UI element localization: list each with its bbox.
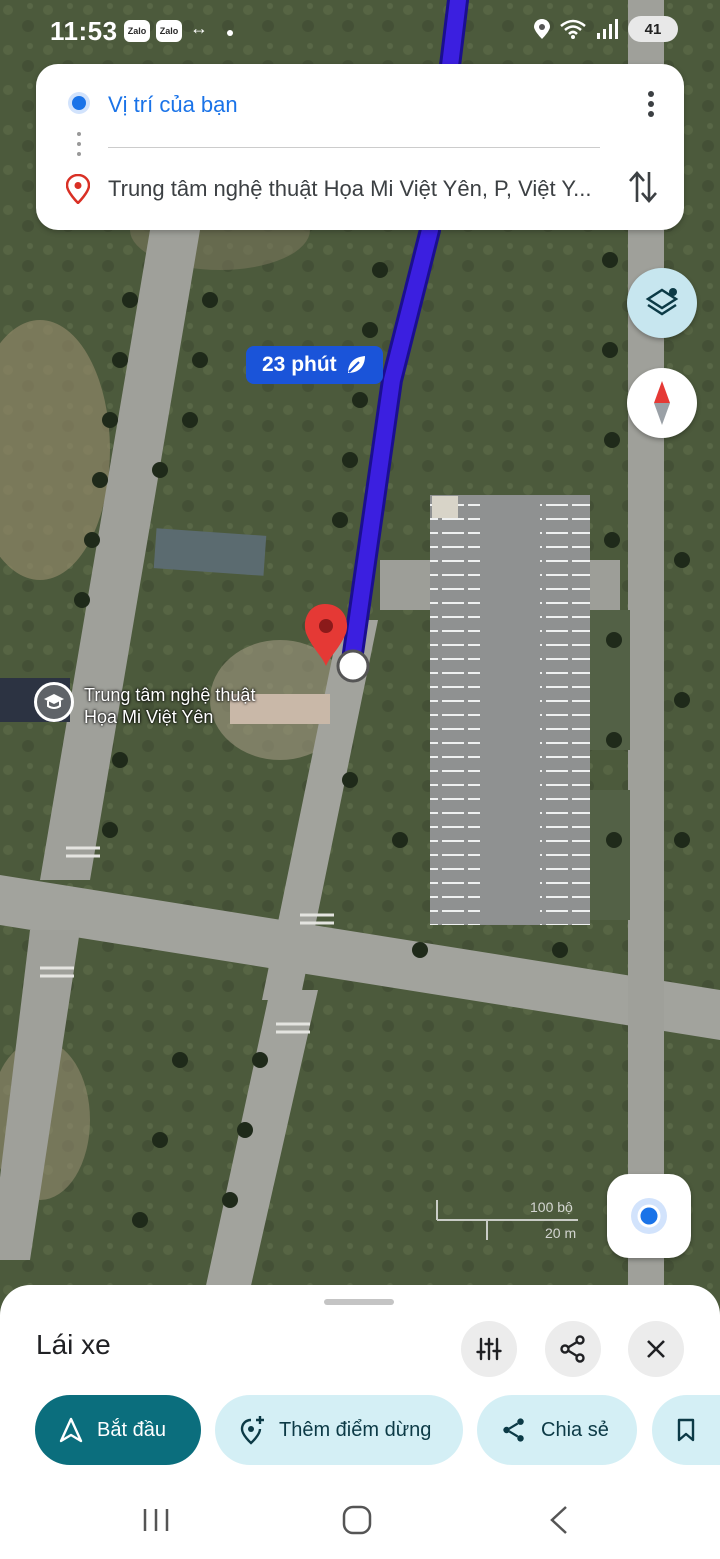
route-endpoint (336, 649, 370, 683)
sliders-icon (476, 1337, 502, 1361)
zalo-notification-icon: Zalo (124, 20, 150, 42)
eta-label: 23 phút (262, 353, 337, 376)
graduation-cap-icon (44, 694, 64, 709)
scale-feet-label: 100 bộ (530, 1199, 573, 1215)
eco-leaf-icon (347, 356, 365, 373)
layers-button[interactable] (627, 268, 697, 338)
wifi-icon (560, 19, 586, 39)
school-place-icon[interactable] (34, 682, 74, 722)
close-button[interactable] (628, 1321, 684, 1377)
start-label: Bắt đầu (97, 1418, 166, 1441)
status-time: 11:53 (50, 16, 118, 46)
share-icon (560, 1335, 585, 1363)
bookmark-icon (677, 1418, 695, 1442)
scale-meters-label: 20 m (545, 1225, 576, 1241)
bottom-sheet: Lái xe Bắt đầu Thêm điểm dừng Chia sẻ (0, 1285, 720, 1559)
signal-icon (597, 19, 618, 39)
close-icon (647, 1340, 665, 1358)
origin-field[interactable]: Vị trí của bạn (108, 92, 238, 118)
eta-badge[interactable]: 23 phút (246, 346, 383, 384)
swap-direction-icon[interactable] (628, 170, 658, 204)
layers-icon (645, 288, 679, 316)
route-connector-dots (77, 132, 81, 162)
action-chip-row: Bắt đầu Thêm điểm dừng Chia sẻ (0, 1395, 720, 1465)
directions-card: Vị trí của bạn Trung tâm nghệ thuật Họa … (36, 64, 684, 230)
divider (108, 147, 600, 148)
share-icon (503, 1418, 524, 1442)
system-nav-bar (0, 1480, 720, 1559)
share-button[interactable]: Chia sẻ (477, 1395, 637, 1465)
my-location-button[interactable] (607, 1174, 691, 1258)
status-bar: 11:53 Zalo Zalo ↔ 41 (0, 0, 720, 64)
share-route-button[interactable] (545, 1321, 601, 1377)
place-label-line: Trung tâm nghệ thuật (84, 685, 256, 705)
compass-button[interactable] (627, 368, 697, 438)
my-location-icon (631, 1198, 667, 1234)
zalo-notification-icon: Zalo (156, 20, 182, 42)
sheet-drag-handle[interactable] (324, 1299, 394, 1305)
route-options-button[interactable] (461, 1321, 517, 1377)
place-label-line: Họa Mi Việt Yên (84, 707, 214, 727)
back-icon[interactable] (548, 1505, 570, 1535)
destination-pin-icon (66, 174, 90, 204)
battery-indicator: 41 (628, 16, 678, 42)
origin-dot-icon (72, 96, 86, 110)
location-status-icon (534, 19, 550, 39)
save-button[interactable] (652, 1395, 720, 1465)
add-stop-label: Thêm điểm dừng (279, 1418, 432, 1441)
data-transfer-icon: ↔ (190, 18, 208, 38)
start-navigation-button[interactable]: Bắt đầu (35, 1395, 201, 1465)
navigation-arrow-icon (59, 1417, 83, 1443)
destination-field[interactable]: Trung tâm nghệ thuật Họa Mi Việt Yên, P,… (108, 176, 608, 202)
compass-icon (654, 381, 670, 425)
add-stop-icon (240, 1416, 264, 1445)
more-options-icon[interactable] (646, 90, 656, 118)
share-label: Chia sẻ (541, 1418, 609, 1441)
home-icon[interactable] (342, 1505, 372, 1535)
more-notifications-dot (227, 30, 233, 36)
recent-apps-icon[interactable] (142, 1507, 170, 1533)
add-stop-button[interactable]: Thêm điểm dừng (215, 1395, 463, 1465)
place-label[interactable]: Trung tâm nghệ thuật Họa Mi Việt Yên (84, 684, 255, 728)
travel-mode-title: Lái xe (36, 1329, 111, 1360)
